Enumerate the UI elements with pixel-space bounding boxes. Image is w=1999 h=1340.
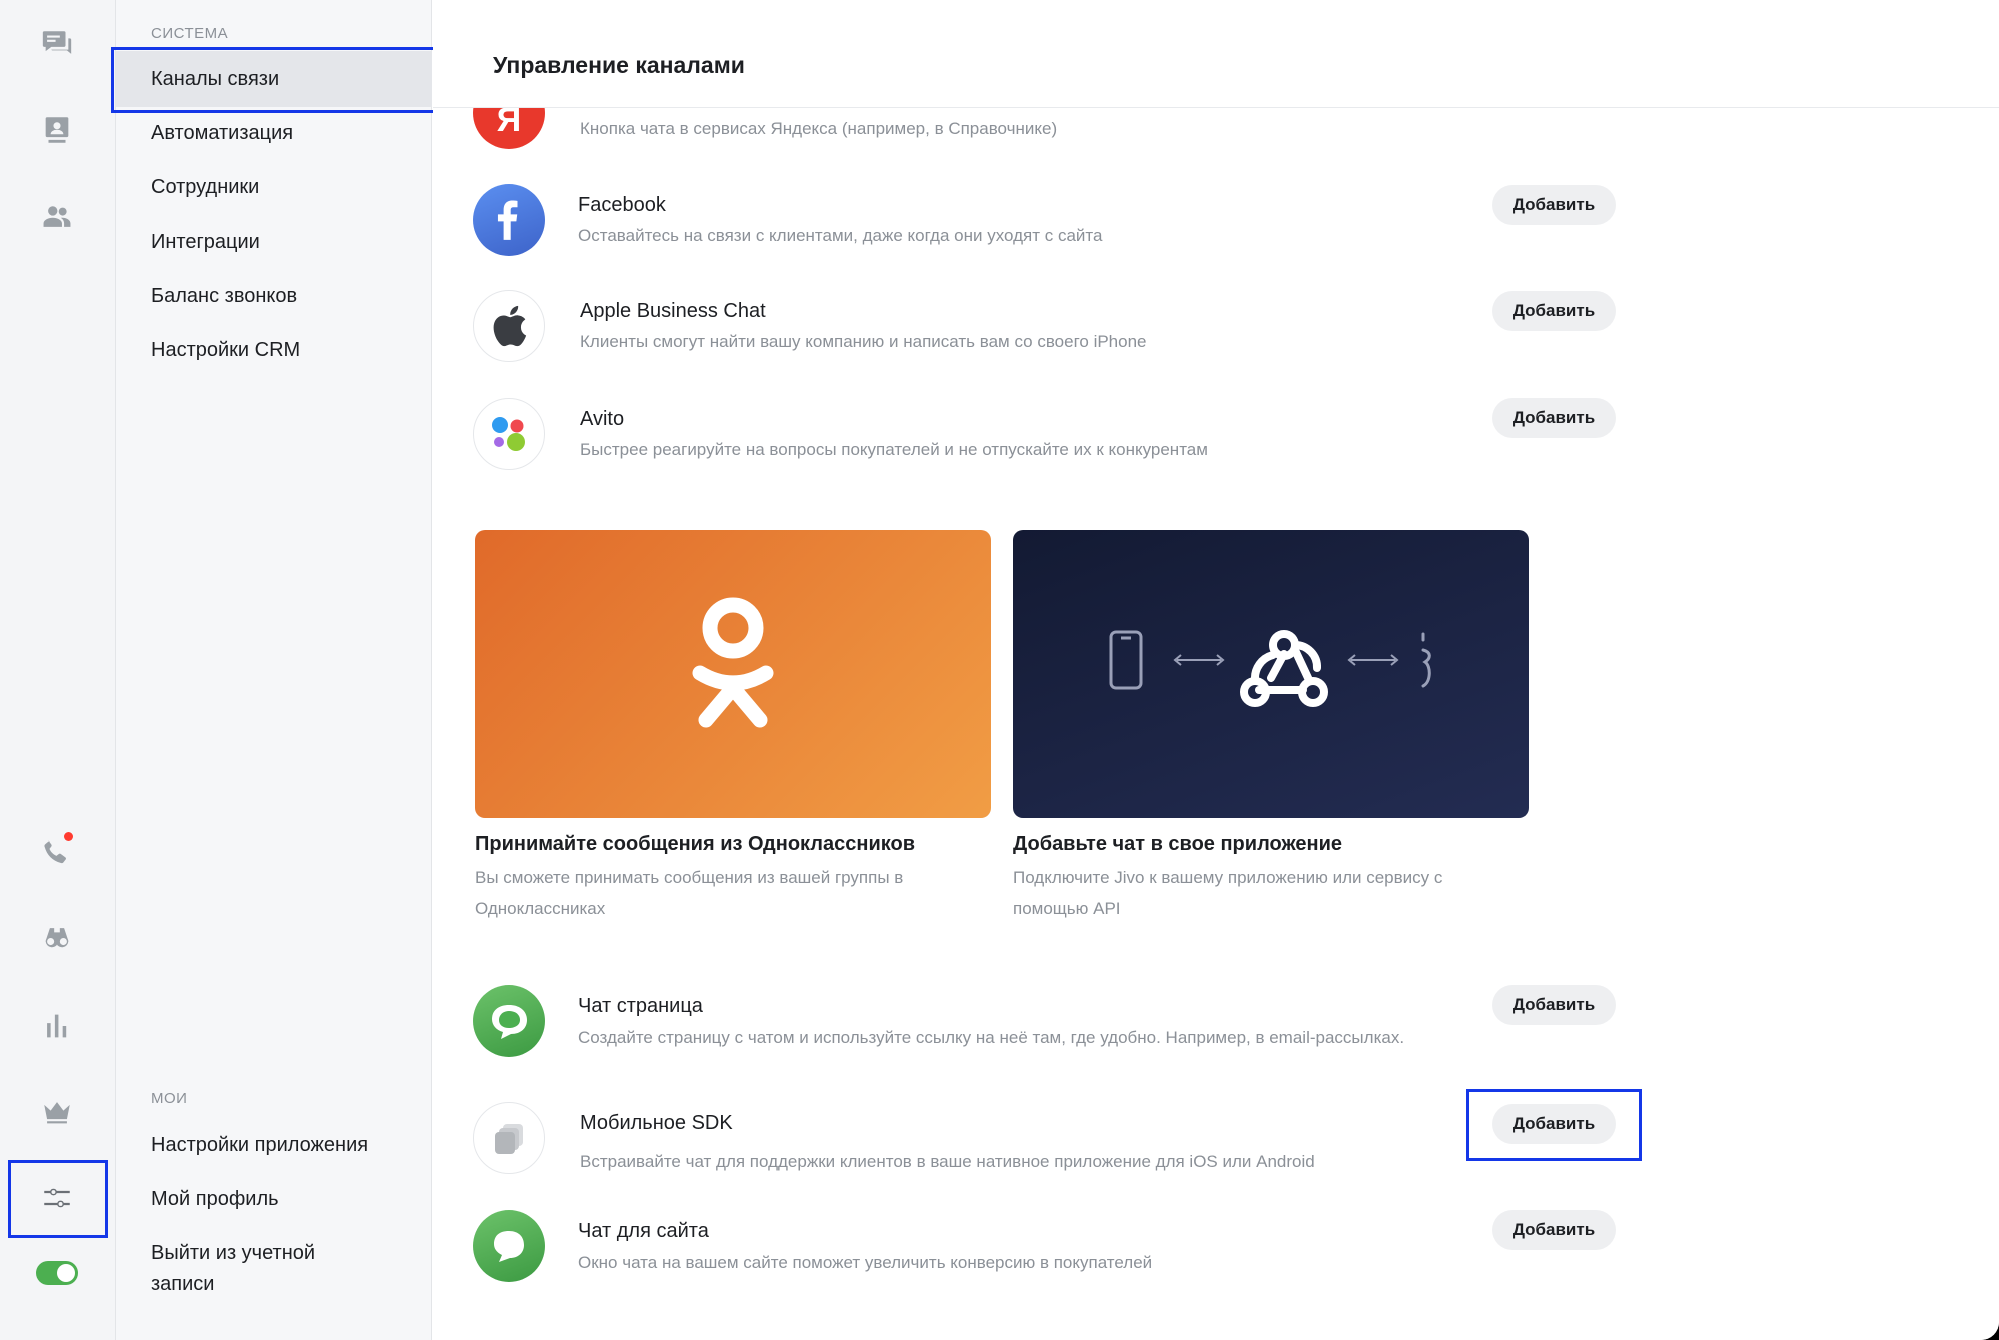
add-apple-button[interactable]: Добавить: [1492, 291, 1616, 331]
phone-icon[interactable]: [33, 828, 81, 876]
avito-icon: [473, 398, 545, 470]
channel-name: Чат страница: [578, 995, 703, 1017]
channel-desc: Встраивайте чат для поддержки клиентов в…: [580, 1152, 1315, 1171]
channel-desc: Быстрее реагируйте на вопросы покупателе…: [580, 440, 1208, 459]
webhook-icon: [1240, 630, 1328, 707]
stats-icon[interactable]: [33, 1002, 81, 1050]
contacts-icon[interactable]: [33, 106, 81, 154]
channel-name: Мобильное SDK: [580, 1112, 733, 1134]
sidebar-item-app-settings[interactable]: Настройки приложения: [116, 1117, 432, 1173]
settings-sliders-icon[interactable]: [33, 1174, 81, 1222]
app-window: СИСТЕМА Каналы связи Автоматизация Сотру…: [0, 0, 1999, 1340]
api-card-title: Добавьте чат в свое приложение: [1013, 833, 1343, 855]
channel-name: Facebook: [578, 194, 666, 216]
api-card-desc: Подключите Jivo к вашему приложению или …: [1013, 868, 1443, 918]
main-panel: Я Кнопка чата в сервисах Яндекса (наприм…: [433, 0, 1999, 1340]
sidebar-item-logout[interactable]: Выйти из учетной записи: [116, 1238, 346, 1300]
channel-name: Чат для сайта: [578, 1220, 709, 1242]
apple-icon: [473, 290, 545, 362]
add-mobile-sdk-button[interactable]: Добавить: [1492, 1104, 1616, 1144]
facebook-icon: [473, 184, 545, 256]
phone-outline-icon: [1109, 630, 1143, 690]
channel-name: Apple Business Chat: [580, 300, 766, 322]
channel-row-apple: Apple Business Chat Клиенты смогут найти…: [473, 290, 1713, 380]
arrow-both-icon: [1173, 654, 1225, 666]
crown-icon[interactable]: [33, 1088, 81, 1136]
chat-page-icon: [473, 985, 545, 1057]
sidebar-item-crm-settings[interactable]: Настройки CRM: [116, 322, 432, 378]
odnoklassniki-icon: [692, 597, 774, 728]
icon-rail: [0, 0, 116, 1340]
odnoklassniki-card-desc: Вы сможете принимать сообщения из вашей …: [475, 868, 904, 918]
add-site-chat-button[interactable]: Добавить: [1492, 1210, 1616, 1250]
header-divider: [433, 107, 1999, 108]
settings-sidebar: СИСТЕМА Каналы связи Автоматизация Сотру…: [116, 0, 432, 1340]
online-status-toggle[interactable]: [36, 1261, 78, 1285]
header: Управление каналами: [433, 0, 1999, 107]
add-facebook-button[interactable]: Добавить: [1492, 185, 1616, 225]
channel-desc: Клиенты смогут найти вашу компанию и нап…: [580, 332, 1147, 351]
sidebar-item-employees[interactable]: Сотрудники: [116, 159, 432, 215]
odnoklassniki-card-title: Принимайте сообщения из Одноклассников: [475, 833, 915, 855]
channel-row-chat-page: Чат страница Создайте страницу с чатом и…: [473, 985, 1713, 1095]
sidebar-item-my-profile[interactable]: Мой профиль: [116, 1171, 432, 1227]
notification-dot: [64, 832, 73, 841]
sidebar-item-integrations[interactable]: Интеграции: [116, 214, 432, 270]
site-chat-icon: [473, 1210, 545, 1282]
channel-row-avito: Avito Быстрее реагируйте на вопросы поку…: [473, 398, 1713, 488]
odnoklassniki-card[interactable]: [475, 530, 991, 818]
section-label-mine: МОИ: [151, 1090, 188, 1107]
team-icon[interactable]: [33, 193, 81, 241]
channel-name: Avito: [580, 408, 625, 430]
section-label-system: СИСТЕМА: [151, 25, 229, 42]
sidebar-item-channels[interactable]: Каналы связи: [116, 51, 432, 107]
channel-desc: Окно чата на вашем сайте поможет увеличи…: [578, 1253, 1153, 1272]
channel-desc: Оставайтесь на связи с клиентами, даже к…: [578, 226, 1103, 245]
channel-row-facebook: Facebook Оставайтесь на связи с клиентам…: [473, 184, 1713, 274]
channel-row-mobile-sdk: Мобильное SDK Встраивайте чат для поддер…: [473, 1102, 1713, 1192]
add-chat-page-button[interactable]: Добавить: [1492, 985, 1616, 1025]
sidebar-item-automation[interactable]: Автоматизация: [116, 105, 432, 161]
channel-row-site-chat: Чат для сайта Окно чата на вашем сайте п…: [473, 1210, 1713, 1300]
arrow-both-icon: [1347, 654, 1399, 666]
api-card[interactable]: [1013, 530, 1529, 818]
add-avito-button[interactable]: Добавить: [1492, 398, 1616, 438]
chats-icon[interactable]: [33, 20, 81, 68]
channel-desc: Кнопка чата в сервисах Яндекса (например…: [580, 119, 1058, 138]
mobile-sdk-icon: [473, 1102, 545, 1174]
channel-desc: Создайте страницу с чатом и используйте …: [578, 1028, 1405, 1047]
page-title: Управление каналами: [493, 52, 745, 78]
binoculars-icon[interactable]: [33, 914, 81, 962]
sidebar-item-call-balance[interactable]: Баланс звонков: [116, 268, 432, 324]
code-bracket-icon: [1421, 632, 1431, 688]
